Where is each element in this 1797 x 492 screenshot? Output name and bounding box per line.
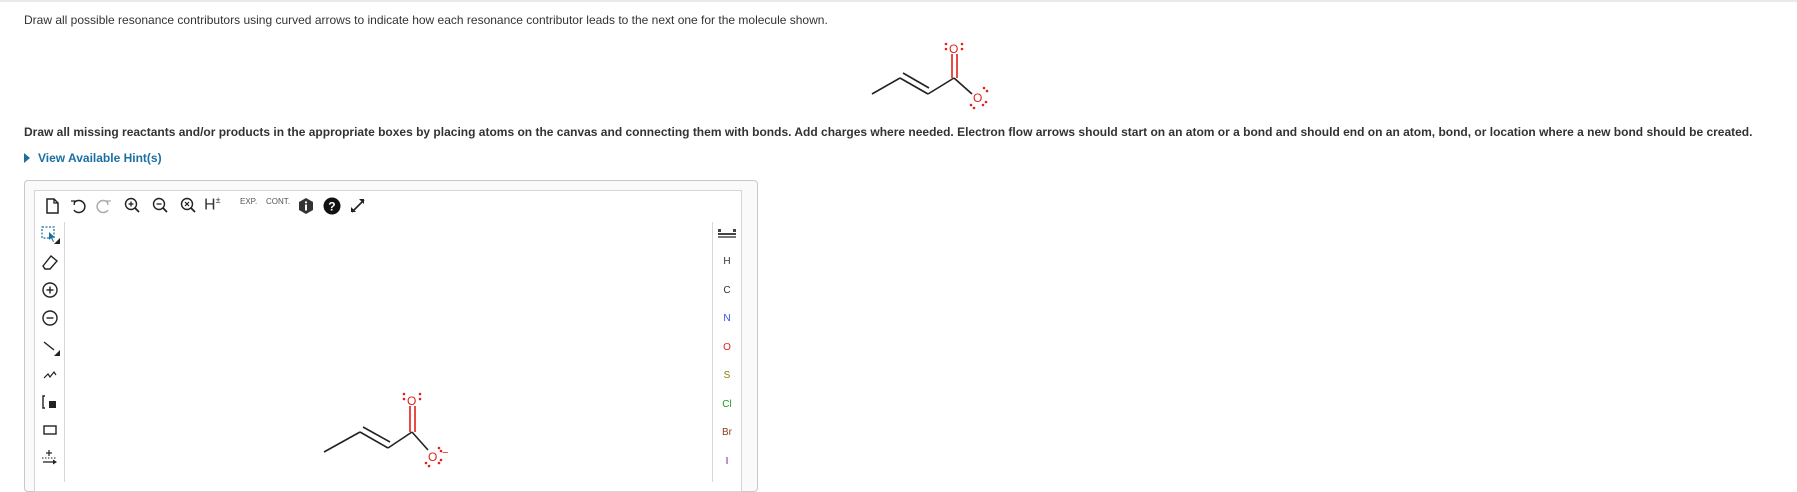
- single-bond-icon[interactable]: [40, 336, 60, 356]
- instructions-text: Draw all missing reactants and/or produc…: [24, 125, 1753, 139]
- canvas-oxygen-bottom: O: [428, 450, 437, 464]
- rectangle-tool-icon[interactable]: [40, 420, 60, 440]
- info-icon[interactable]: [296, 196, 316, 216]
- atom-palette: H C N O S Cl Br I: [712, 222, 741, 482]
- molecule-structure: O O: [871, 42, 989, 110]
- contract-button[interactable]: CONT.: [266, 197, 290, 206]
- atom-button-c[interactable]: C: [713, 285, 741, 296]
- caret-right-icon: [24, 153, 30, 163]
- select-tool-icon[interactable]: [40, 224, 60, 244]
- top-divider: [0, 0, 1797, 2]
- canvas-negative-charge: −: [442, 447, 448, 459]
- zoom-out-icon[interactable]: [150, 196, 170, 216]
- canvas-molecule[interactable]: O O −: [320, 388, 460, 468]
- atom-button-h[interactable]: H: [713, 256, 741, 267]
- editor-toolbar: H± EXP. CONT. ?: [34, 192, 740, 220]
- positive-charge-icon[interactable]: [40, 280, 60, 300]
- chain-tool-icon[interactable]: [40, 364, 60, 384]
- canvas-oxygen-top: O: [407, 394, 416, 408]
- redo-icon[interactable]: [94, 196, 114, 216]
- view-hints-label: View Available Hint(s): [38, 151, 162, 165]
- fullscreen-icon[interactable]: [348, 196, 368, 216]
- eraser-icon[interactable]: [40, 252, 60, 272]
- hydrogen-toggle-label: H: [204, 196, 216, 214]
- atom-button-i[interactable]: I: [713, 456, 741, 467]
- new-document-icon[interactable]: [42, 196, 62, 216]
- periodic-table-icon[interactable]: [713, 228, 741, 243]
- oxygen-bottom-label: O: [973, 91, 982, 105]
- bracket-tool-icon[interactable]: [40, 392, 60, 412]
- negative-charge-icon[interactable]: [40, 308, 60, 328]
- expand-button[interactable]: EXP.: [240, 197, 257, 206]
- atom-button-br[interactable]: Br: [713, 427, 741, 438]
- svg-text:?: ?: [328, 200, 335, 214]
- hydrogen-toggle-sup: ±: [215, 195, 221, 205]
- oxygen-top-label: O: [949, 42, 958, 56]
- atom-button-cl[interactable]: Cl: [713, 399, 741, 410]
- atom-button-s[interactable]: S: [713, 370, 741, 381]
- question-text: Draw all possible resonance contributors…: [24, 13, 828, 27]
- atom-button-n[interactable]: N: [713, 313, 741, 324]
- zoom-in-icon[interactable]: [122, 196, 142, 216]
- undo-icon[interactable]: [68, 196, 88, 216]
- help-icon[interactable]: ?: [322, 196, 342, 216]
- atom-button-o[interactable]: O: [713, 342, 741, 353]
- view-hints-link[interactable]: View Available Hint(s): [24, 151, 162, 165]
- hydrogen-toggle-button[interactable]: H±: [204, 195, 221, 214]
- zoom-reset-icon[interactable]: [178, 196, 198, 216]
- reaction-arrow-icon[interactable]: [40, 448, 60, 468]
- left-toolbar: [36, 222, 65, 482]
